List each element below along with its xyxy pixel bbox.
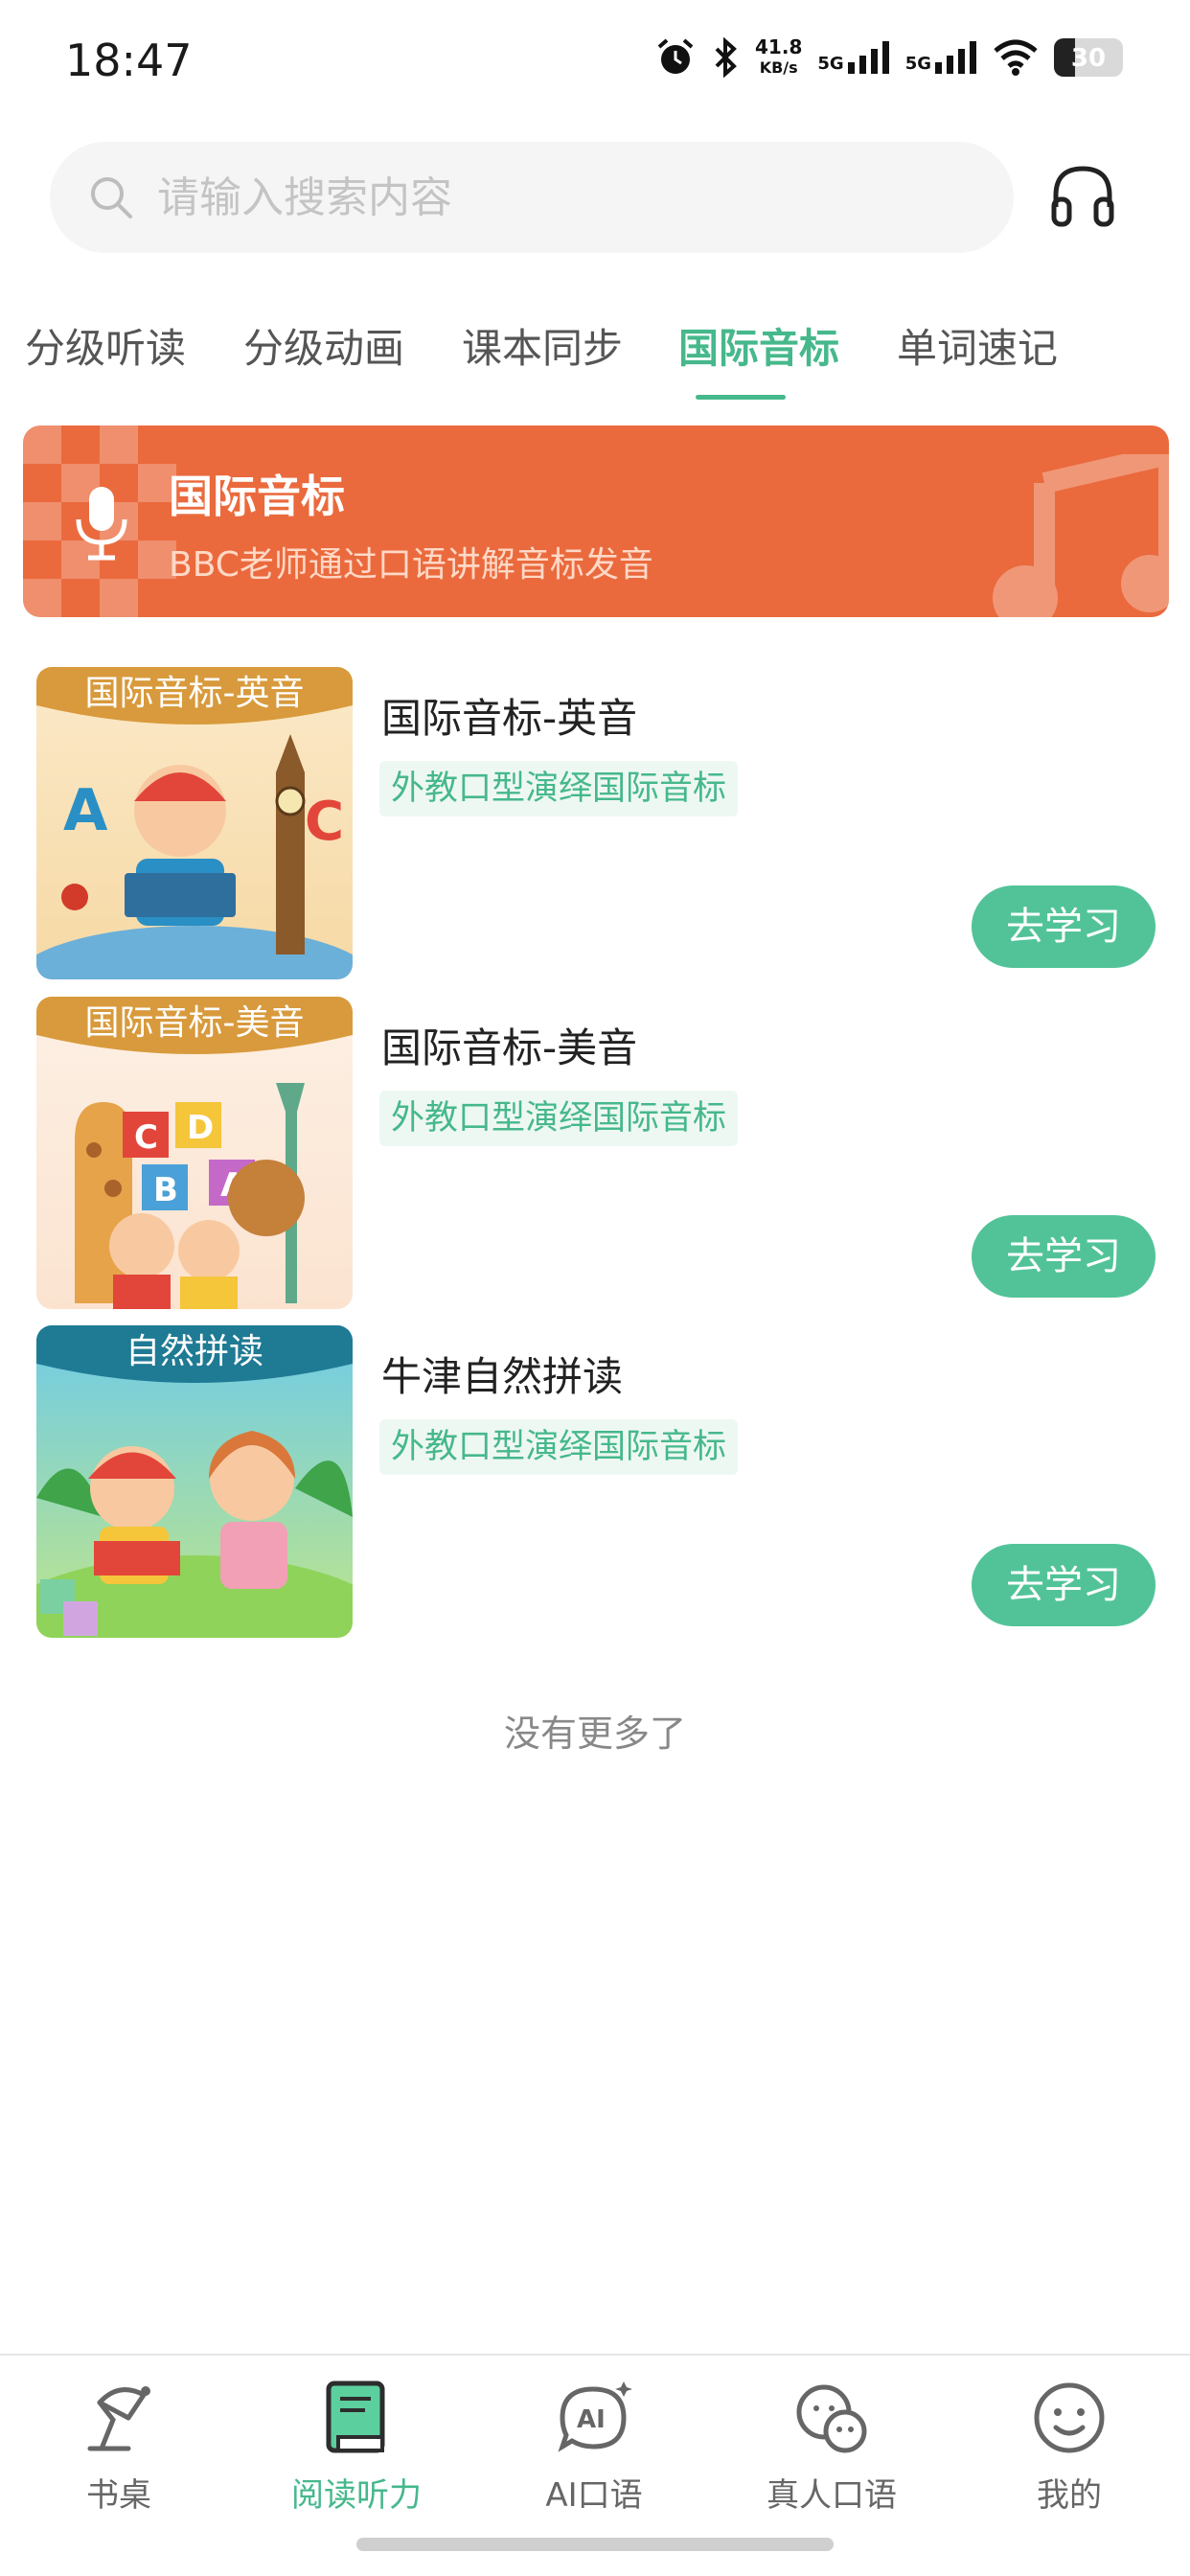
- network-speed-unit: KB/s: [759, 58, 798, 77]
- signal-bars-icon: [935, 41, 976, 74]
- svg-text:C: C: [305, 791, 344, 853]
- course-tag: 外教口型演绎国际音标: [379, 1091, 739, 1146]
- ai-chat-icon: AI: [558, 2381, 632, 2452]
- search-input[interactable]: [157, 172, 924, 222]
- signal-1-label: 5G: [817, 54, 844, 74]
- signal-2: 5G: [905, 41, 977, 74]
- nav-item-ai-speaking[interactable]: AI AI口语: [498, 2375, 690, 2516]
- tab-graded-animation[interactable]: 分级动画: [243, 316, 404, 375]
- nav-label: 书桌: [86, 2476, 151, 2515]
- svg-text:D: D: [187, 1109, 214, 1147]
- search-bar[interactable]: [50, 142, 1014, 253]
- course-thumbnail: 自然拼读: [36, 1325, 353, 1638]
- app-screen: 18:47 41.8 KB/s 5G 5G 30 请输入搜索内容 分级听读 分级…: [0, 0, 1190, 2576]
- nav-item-reading-listening[interactable]: 阅读听力: [261, 2375, 452, 2516]
- active-tab-indicator: [696, 395, 786, 400]
- network-speed: 41.8 KB/s: [755, 36, 802, 79]
- battery-indicator: 30: [1054, 38, 1123, 77]
- category-tabs: 分级听读 分级动画 课本同步 国际音标 单词速记: [0, 307, 1190, 402]
- svg-text:A: A: [63, 777, 108, 844]
- course-thumbnail: C D B A 国际音标-美音: [36, 997, 353, 1309]
- status-icons: 41.8 KB/s 5G 5G 30: [655, 36, 1123, 79]
- start-learning-button[interactable]: 去学习: [972, 886, 1156, 968]
- svg-text:C: C: [134, 1118, 158, 1157]
- start-learning-button[interactable]: 去学习: [972, 1215, 1156, 1298]
- nav-item-live-speaking[interactable]: 真人口语: [736, 2375, 927, 2516]
- thumbnail-label: 国际音标-美音: [84, 1003, 305, 1043]
- battery-level: 30: [1070, 44, 1107, 73]
- course-title: 牛津自然拼读: [381, 1353, 624, 1400]
- desk-lamp-icon: [87, 2386, 150, 2451]
- bluetooth-icon: [715, 37, 737, 78]
- list-item[interactable]: 自然拼读 牛津自然拼读 外教口型演绎国际音标 去学习: [0, 1325, 1190, 1642]
- phonetics-banner[interactable]: 国际音标 BBC老师通过口语讲解音标发音: [23, 426, 1169, 617]
- nav-label: 真人口语: [767, 2476, 897, 2515]
- nav-label: AI口语: [545, 2476, 643, 2515]
- course-title: 国际音标-英音: [381, 695, 638, 742]
- microphone-icon: [76, 487, 127, 561]
- status-bar: 18:47 41.8 KB/s 5G 5G 30: [0, 0, 1190, 134]
- home-indicator[interactable]: [356, 2538, 834, 2551]
- search-icon: [91, 177, 132, 218]
- course-title: 国际音标-美音: [381, 1024, 638, 1071]
- course-tag: 外教口型演绎国际音标: [379, 1419, 739, 1475]
- tab-word-memory[interactable]: 单词速记: [897, 316, 1058, 375]
- end-of-list-text: 没有更多了: [503, 1713, 686, 1755]
- banner-title: 国际音标: [169, 471, 345, 522]
- signal-1: 5G: [817, 41, 889, 74]
- start-learning-button[interactable]: 去学习: [972, 1544, 1156, 1626]
- thumbnail-label: 自然拼读: [125, 1332, 263, 1371]
- status-time: 18:47: [65, 34, 193, 86]
- signal-2-label: 5G: [904, 54, 931, 74]
- svg-text:B: B: [153, 1171, 178, 1209]
- wifi-icon: [994, 39, 1038, 76]
- course-thumbnail: A C 国际音标-英音: [36, 667, 353, 979]
- nav-item-me[interactable]: 我的: [973, 2375, 1165, 2516]
- alarm-icon: [657, 38, 694, 74]
- signal-bars-icon: [847, 41, 889, 74]
- network-speed-value: 41.8: [755, 35, 803, 58]
- nav-item-desk[interactable]: 书桌: [23, 2375, 215, 2516]
- svg-text:AI: AI: [577, 2405, 606, 2434]
- tab-graded-listening[interactable]: 分级听读: [25, 316, 186, 375]
- banner-subtitle: BBC老师通过口语讲解音标发音: [169, 545, 653, 585]
- list-item[interactable]: C D B A 国际音标-美音 国际音标-美音 外教口型演绎国际音标 去学习: [0, 997, 1190, 1313]
- tab-textbook-sync[interactable]: 课本同步: [462, 316, 623, 375]
- nav-label: 阅读听力: [291, 2476, 422, 2515]
- people-chat-icon: [796, 2384, 867, 2453]
- headphones-icon[interactable]: [1048, 161, 1117, 228]
- tab-phonetics[interactable]: 国际音标: [678, 316, 839, 375]
- music-note-icon: [993, 454, 1169, 617]
- smiley-icon: [1034, 2382, 1105, 2453]
- course-tag: 外教口型演绎国际音标: [379, 761, 739, 816]
- nav-label: 我的: [1037, 2476, 1102, 2515]
- book-icon: [326, 2380, 385, 2453]
- thumbnail-label: 国际音标-英音: [84, 674, 305, 713]
- list-item[interactable]: A C 国际音标-英音 国际音标-英音 外教口型演绎国际音标 去学习: [0, 667, 1190, 983]
